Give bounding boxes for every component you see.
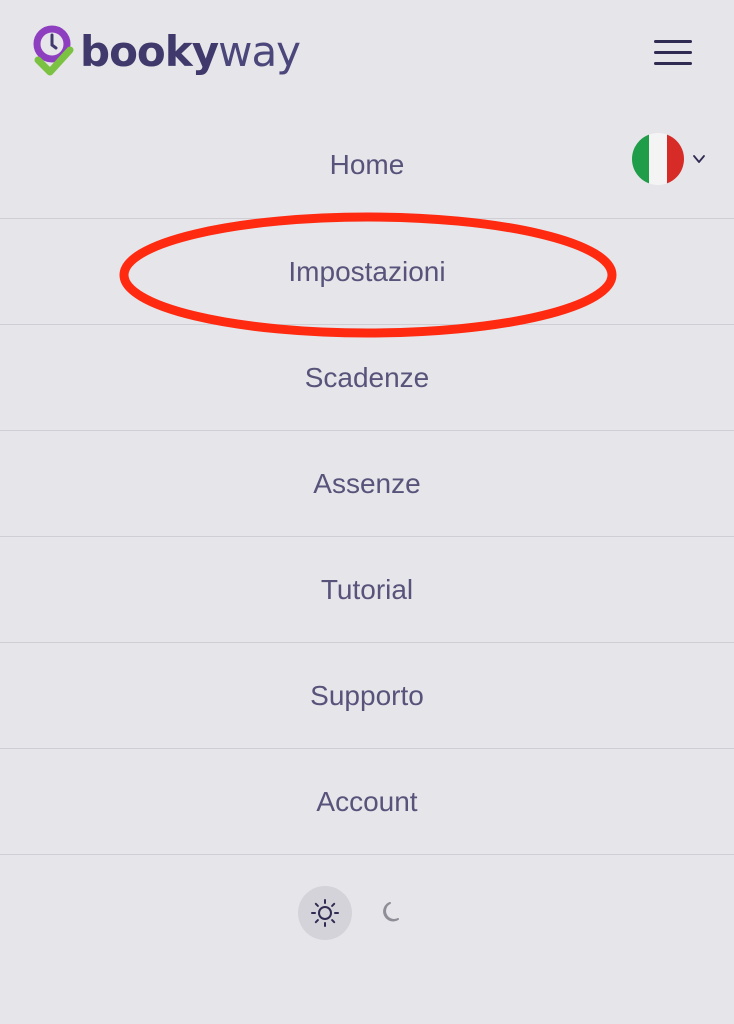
dark-theme-button[interactable] <box>366 886 420 940</box>
menu-item-home[interactable]: Home <box>0 112 734 219</box>
menu-item-account[interactable]: Account <box>0 749 734 855</box>
menu-item-tutorial[interactable]: Tutorial <box>0 537 734 643</box>
app-header: bookyway <box>0 0 734 110</box>
logo-text-way: way <box>218 27 301 76</box>
sun-icon <box>311 899 339 927</box>
hamburger-icon[interactable] <box>654 38 694 68</box>
light-theme-button[interactable] <box>298 886 352 940</box>
bookyway-logo[interactable]: bookyway <box>30 24 301 80</box>
logo-text-booky: booky <box>80 27 219 76</box>
logo-mark-icon <box>30 24 78 80</box>
menu-item-scadenze[interactable]: Scadenze <box>0 325 734 431</box>
logo-text: bookyway <box>80 24 301 80</box>
main-menu: Home Impostazioni Scadenze Assenze Tutor… <box>0 112 734 855</box>
menu-item-assenze[interactable]: Assenze <box>0 431 734 537</box>
menu-item-impostazioni[interactable]: Impostazioni <box>0 219 734 325</box>
theme-switcher <box>0 886 734 940</box>
menu-item-supporto[interactable]: Supporto <box>0 643 734 749</box>
moon-icon <box>383 902 399 922</box>
